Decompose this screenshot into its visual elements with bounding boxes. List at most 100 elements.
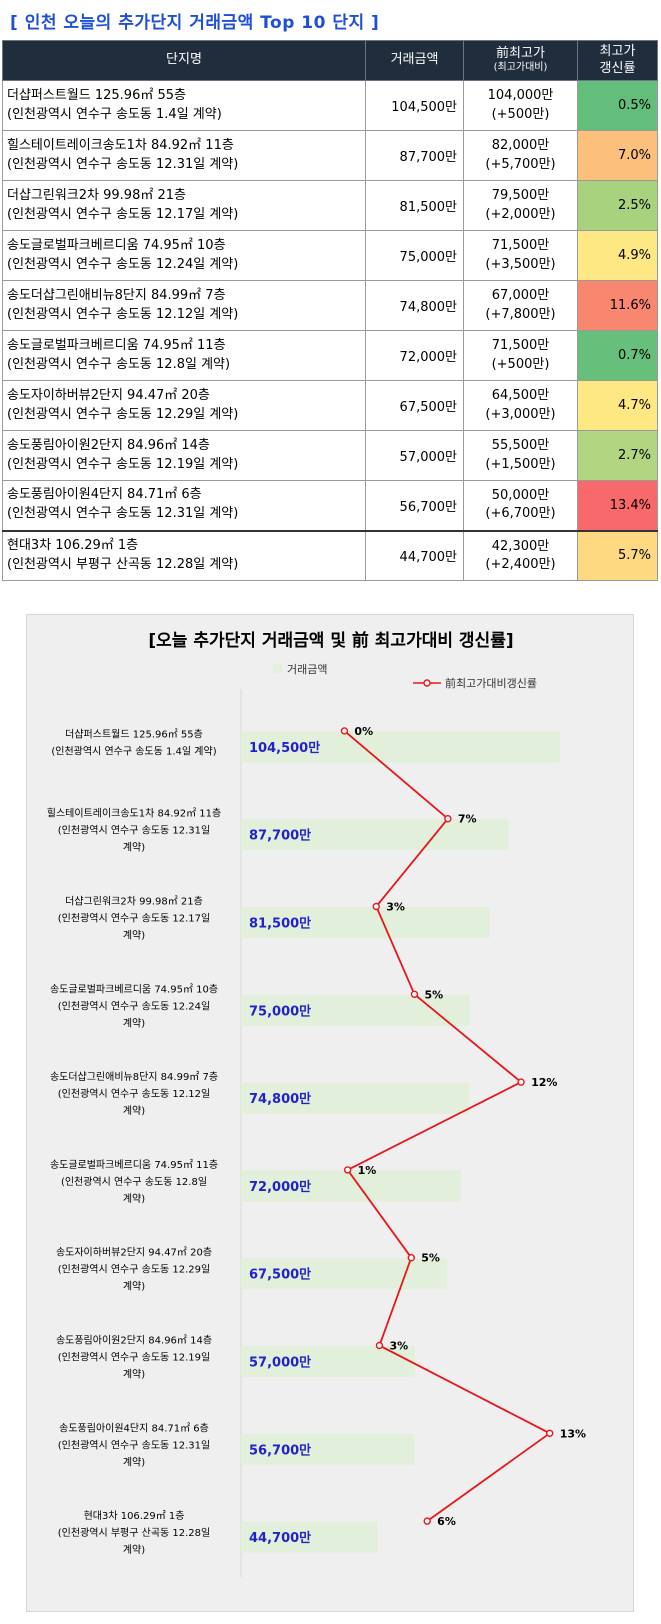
cell-prev-high: 104,000만 (+500만) bbox=[463, 80, 578, 131]
category-label: 더샵퍼스트월드 125.96㎡ 55층 bbox=[65, 728, 203, 740]
cell-price: 72,000만 bbox=[365, 330, 464, 381]
category-label: (인천광역시 연수구 송도동 12.29일 bbox=[58, 1264, 210, 1276]
legend-bar-swatch bbox=[273, 664, 282, 673]
prev-high-diff: (+2,000만) bbox=[485, 206, 556, 222]
table-row: 현대3차 106.29㎡ 1층 (인천광역시 부평구 산곡동 12.28일 계약)… bbox=[2, 529, 658, 581]
prev-high-price: 42,300만 bbox=[491, 538, 550, 554]
cell-renewal-rate: 4.9% bbox=[577, 230, 658, 281]
prev-high-diff: (+1,500만) bbox=[485, 456, 556, 472]
line-point-label: 7% bbox=[458, 813, 477, 826]
line-point-label: 5% bbox=[424, 988, 443, 1001]
category-label: (인천광역시 연수구 송도동 12.31일 bbox=[58, 1439, 210, 1451]
bar-value-label: 44,700만 bbox=[249, 1530, 311, 1546]
cell-complex: 더샵퍼스트월드 125.96㎡ 55층 (인천광역시 연수구 송도동 1.4일 계… bbox=[2, 80, 366, 131]
prev-high-diff: (+7,800만) bbox=[485, 306, 556, 322]
prev-high-price: 55,500만 bbox=[491, 438, 550, 454]
table-row: 힐스테이트레이크송도1차 84.92㎡ 11층 (인천광역시 연수구 송도동 12… bbox=[2, 130, 658, 181]
cell-renewal-rate: 7.0% bbox=[577, 130, 658, 181]
category-label: 계약) bbox=[123, 1193, 145, 1205]
line-point bbox=[546, 1429, 554, 1437]
table-row: 송도풍림아이원2단지 84.96㎡ 14층 (인천광역시 연수구 송도동 12.1… bbox=[2, 430, 658, 481]
category-label: 송도글로벌파크베르디움 74.95㎡ 10층 bbox=[50, 983, 218, 995]
line-point-label: 1% bbox=[358, 1164, 377, 1177]
line-point-label: 3% bbox=[386, 901, 405, 914]
line-point bbox=[343, 1166, 352, 1174]
cell-renewal-rate: 13.4% bbox=[577, 480, 658, 531]
line-point bbox=[444, 814, 452, 823]
table-row: 송도글로벌파크베르디움 74.95㎡ 10층 (인천광역시 연수구 송도동 12.… bbox=[2, 230, 658, 281]
table-body: 더샵퍼스트월드 125.96㎡ 55층 (인천광역시 연수구 송도동 1.4일 계… bbox=[2, 80, 658, 581]
cell-price: 56,700만 bbox=[365, 480, 464, 531]
line-point-label: 6% bbox=[437, 1515, 456, 1528]
cell-prev-high: 64,500만 (+3,000만) bbox=[463, 380, 578, 431]
page-title: [ 인천 오늘의 추가단지 거래금액 Top 10 단지 ] bbox=[10, 13, 380, 33]
complex-name: 송도풍림아이원4단지 84.71㎡ 6층 bbox=[7, 487, 202, 503]
cell-complex: 송도풍림아이원4단지 84.71㎡ 6층 (인천광역시 연수구 송도동 12.31… bbox=[2, 480, 366, 531]
prev-high-price: 71,500만 bbox=[491, 338, 550, 354]
cell-price: 104,500만 bbox=[365, 80, 464, 131]
cell-complex: 송도글로벌파크베르디움 74.95㎡ 11층 (인천광역시 연수구 송도동 12.… bbox=[2, 330, 366, 381]
cell-prev-high: 71,500만 (+3,500만) bbox=[463, 230, 578, 281]
line-point bbox=[340, 727, 349, 735]
cell-price: 81,500만 bbox=[365, 180, 464, 231]
bar-value-label: 72,000만 bbox=[249, 1179, 311, 1195]
table-row: 송도더샵그린애비뉴8단지 84.99㎡ 7층 (인천광역시 연수구 송도동 12.… bbox=[2, 280, 658, 331]
complex-name: 더샵그린워크2차 99.98㎡ 21층 bbox=[7, 187, 186, 203]
header-name: 단지명 bbox=[2, 40, 366, 81]
category-label: (인천광역시 연수구 송도동 12.24일 bbox=[58, 1000, 210, 1012]
category-label: (인천광역시 부평구 산곡동 12.28일 bbox=[58, 1527, 210, 1539]
header-price: 거래금액 bbox=[365, 40, 464, 81]
complex-address: (인천광역시 부평구 산곡동 12.28일 계약) bbox=[7, 556, 239, 572]
cell-price: 67,500만 bbox=[365, 380, 464, 431]
line-point-label: 13% bbox=[560, 1427, 586, 1440]
cell-prev-high: 79,500만 (+2,000만) bbox=[463, 180, 578, 231]
prev-high-price: 82,000만 bbox=[491, 138, 550, 154]
bar-value-label: 67,500만 bbox=[249, 1267, 311, 1283]
category-label: 계약) bbox=[123, 1017, 145, 1029]
prev-high-diff: (+5,700만) bbox=[485, 156, 556, 172]
complex-address: (인천광역시 연수구 송도동 12.17일 계약) bbox=[7, 206, 239, 222]
cell-prev-high: 71,500만 (+500만) bbox=[463, 330, 578, 381]
complex-name: 송도자이하버뷰2단지 94.47㎡ 20층 bbox=[7, 387, 210, 403]
line-point bbox=[517, 1078, 525, 1086]
prev-high-price: 64,500만 bbox=[491, 388, 550, 404]
prev-high-diff: (+3,000만) bbox=[485, 406, 556, 422]
complex-address: (인천광역시 연수구 송도동 12.8일 계약) bbox=[7, 356, 231, 372]
legend-bar-label: 거래금액 bbox=[287, 663, 327, 676]
cell-price: 87,700만 bbox=[365, 130, 464, 181]
cell-prev-high: 55,500만 (+1,500만) bbox=[463, 430, 578, 481]
cell-complex: 현대3차 106.29㎡ 1층 (인천광역시 부평구 산곡동 12.28일 계약) bbox=[2, 529, 366, 581]
complex-address: (인천광역시 연수구 송도동 12.31일 계약) bbox=[7, 506, 239, 522]
category-label: 계약) bbox=[123, 1281, 145, 1293]
header-rate-line1: 최고가 bbox=[599, 44, 636, 60]
category-label: (인천광역시 연수구 송도동 12.12일 bbox=[58, 1088, 210, 1100]
cell-renewal-rate: 2.7% bbox=[577, 430, 658, 481]
category-label: (인천광역시 연수구 송도동 12.17일 bbox=[58, 913, 210, 925]
header-rate-line2: 갱신률 bbox=[599, 60, 636, 76]
bar-value-label: 75,000만 bbox=[249, 1003, 311, 1019]
category-label: 송도더샵그린애비뉴8단지 84.99㎡ 7층 bbox=[50, 1071, 218, 1083]
cell-prev-high: 42,300만 (+2,400만) bbox=[463, 529, 578, 581]
category-label: 송도자이하버뷰2단지 94.47㎡ 20층 bbox=[56, 1246, 212, 1259]
header-rate: 최고가 갱신률 bbox=[577, 40, 658, 81]
complex-name: 현대3차 106.29㎡ 1층 bbox=[7, 537, 139, 553]
category-label: 현대3차 106.29㎡ 1층 bbox=[84, 1510, 185, 1522]
category-label: 송도풍림아이원2단지 84.96㎡ 14층 bbox=[56, 1335, 212, 1347]
cell-complex: 더샵그린워크2차 99.98㎡ 21층 (인천광역시 연수구 송도동 12.17일… bbox=[2, 180, 366, 231]
legend-line-marker bbox=[423, 679, 431, 687]
prev-high-price: 50,000만 bbox=[491, 488, 550, 504]
line-point bbox=[372, 902, 380, 911]
line-point-label: 12% bbox=[531, 1076, 557, 1089]
cell-renewal-rate: 11.6% bbox=[577, 280, 658, 331]
prev-high-price: 71,500만 bbox=[491, 238, 550, 254]
bar-value-label: 81,500만 bbox=[249, 916, 311, 932]
category-label: 계약) bbox=[123, 1369, 145, 1381]
category-label: 더샵그린워크2차 99.98㎡ 21층 bbox=[65, 895, 203, 908]
category-label: (인천광역시 연수구 송도동 12.8일 bbox=[61, 1176, 207, 1188]
legend-line-label: 前최고가대비갱신률 bbox=[445, 676, 537, 690]
category-label: 계약) bbox=[123, 1105, 145, 1117]
category-label: 송도풍림아이원4단지 84.71㎡ 6층 bbox=[59, 1422, 209, 1434]
cell-prev-high: 82,000만 (+5,700만) bbox=[463, 130, 578, 181]
category-label: 계약) bbox=[123, 1544, 145, 1556]
line-point bbox=[407, 1254, 415, 1262]
